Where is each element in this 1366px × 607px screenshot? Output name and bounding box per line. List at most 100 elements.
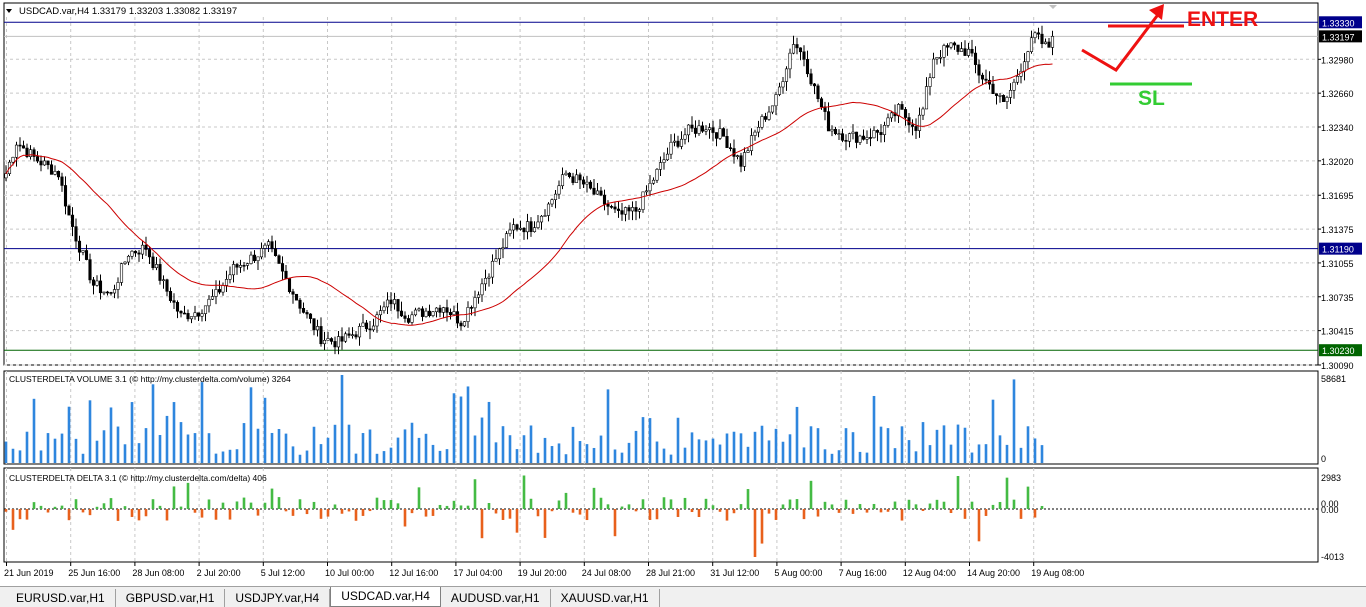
- time-axis-label: 10 Jul 00:00: [325, 568, 374, 578]
- candle-body: [819, 98, 824, 108]
- delta-bar-positive: [893, 501, 897, 509]
- tab-eurusd[interactable]: EURUSD.var,H1: [6, 589, 116, 607]
- delta-bar-negative: [550, 509, 554, 512]
- candle-body: [256, 256, 260, 262]
- candle-body: [350, 334, 355, 337]
- delta-bar-negative: [543, 509, 547, 538]
- candle-body: [623, 207, 628, 215]
- candle-body: [767, 111, 771, 120]
- candle-body: [721, 128, 726, 137]
- delta-bar-positive: [179, 506, 183, 509]
- delta-bar-positive: [683, 497, 687, 509]
- time-axis-label: 21 Jun 2019: [4, 568, 54, 578]
- volume-bar: [396, 437, 400, 463]
- volume-bar: [879, 426, 883, 463]
- candle-body: [95, 280, 99, 286]
- volume-bar: [718, 444, 722, 463]
- delta-bar-negative: [116, 509, 120, 521]
- delta-bar-negative: [697, 509, 701, 517]
- volume-bar: [382, 451, 386, 463]
- volume-bar: [284, 433, 288, 463]
- candle-body: [210, 296, 215, 300]
- volume-bar: [1012, 379, 1016, 463]
- candle-body: [11, 156, 15, 163]
- volume-bar: [1005, 444, 1009, 463]
- candle-body: [98, 280, 103, 294]
- trading-chart[interactable]: 1.32980 1.32660 1.32340 1.32020 1.31695 1.313…: [0, 0, 1366, 606]
- candle-body: [81, 250, 85, 253]
- tab-usdjpy[interactable]: USDJPY.var,H4: [225, 589, 331, 607]
- candle-body: [511, 224, 516, 231]
- delta-bar-negative: [354, 509, 358, 521]
- candle-body: [438, 307, 442, 313]
- delta-bar-negative: [67, 509, 71, 521]
- candle-body: [672, 140, 677, 143]
- delta-bar-negative: [81, 509, 85, 513]
- delta-bar-positive: [1040, 505, 1044, 509]
- delta-bar-positive: [1005, 477, 1009, 509]
- delta-bar-positive: [312, 501, 316, 509]
- delta-bar-negative: [144, 509, 148, 517]
- tab-usdcad[interactable]: USDCAD.var,H4: [330, 587, 441, 607]
- delta-axis-max: 2983: [1321, 473, 1341, 483]
- volume-bar: [949, 444, 953, 463]
- volume-bar: [200, 382, 204, 463]
- candle-body: [504, 233, 509, 248]
- tab-xauusd[interactable]: XAUUSD.var,H1: [551, 589, 660, 607]
- delta-bar-positive: [473, 479, 477, 509]
- candle-body: [833, 128, 838, 134]
- candle-body: [193, 312, 197, 317]
- price-pane-frame: [3, 2, 1319, 366]
- candle-body: [837, 133, 841, 135]
- candle-body: [452, 311, 456, 316]
- delta-bar-negative: [578, 509, 582, 515]
- candle-body: [746, 150, 750, 153]
- time-axis-label: 2 Jul 20:00: [197, 568, 241, 578]
- delta-bar-positive: [466, 505, 470, 509]
- candle-body: [42, 160, 47, 166]
- delta-bar-negative: [634, 509, 638, 512]
- candle-body: [371, 325, 376, 331]
- candle-body: [35, 156, 40, 162]
- candle-body: [763, 116, 768, 120]
- delta-bar-negative: [886, 509, 890, 512]
- candle-body: [567, 172, 572, 177]
- candle-body: [1033, 32, 1037, 39]
- candle-body: [280, 263, 285, 272]
- tab-gbpusd[interactable]: GBPUSD.var,H1: [116, 589, 226, 607]
- candle-body: [319, 326, 323, 345]
- candle-body: [791, 44, 796, 54]
- volume-bar: [151, 384, 155, 463]
- volume-bar: [627, 442, 631, 463]
- delta-bar-positive: [249, 502, 253, 509]
- delta-bar-negative: [977, 509, 981, 542]
- delta-bar-negative: [949, 509, 953, 513]
- time-axis-label: 24 Jul 08:00: [582, 568, 631, 578]
- volume-bar: [809, 426, 813, 463]
- delta-bar-negative: [431, 509, 435, 516]
- candle-body: [777, 86, 782, 95]
- candle-body: [910, 124, 915, 127]
- volume-bar: [900, 426, 904, 463]
- delta-bar-negative: [4, 509, 8, 512]
- candle-body: [637, 209, 642, 212]
- candle-body: [49, 164, 54, 175]
- candle-body: [553, 193, 558, 201]
- volume-bar: [144, 428, 148, 463]
- volume-bar: [1026, 426, 1030, 463]
- symbol-tabbar: EURUSD.var,H1 GBPUSD.var,H1 USDJPY.var,H…: [0, 586, 1366, 607]
- candle-body: [938, 56, 943, 59]
- candle-body: [357, 326, 362, 338]
- candle-body: [343, 333, 348, 342]
- volume-bar: [893, 448, 897, 463]
- candle-body: [420, 308, 425, 317]
- volume-bar: [221, 451, 225, 463]
- volume-bar: [368, 429, 372, 463]
- delta-bar-negative: [368, 509, 372, 512]
- delta-bar-positive: [417, 487, 421, 509]
- candle-body: [385, 299, 390, 308]
- candle-body: [270, 241, 274, 249]
- tab-audusd[interactable]: AUDUSD.var,H1: [441, 589, 551, 607]
- delta-bar-positive: [32, 502, 36, 509]
- volume-bar: [228, 449, 232, 463]
